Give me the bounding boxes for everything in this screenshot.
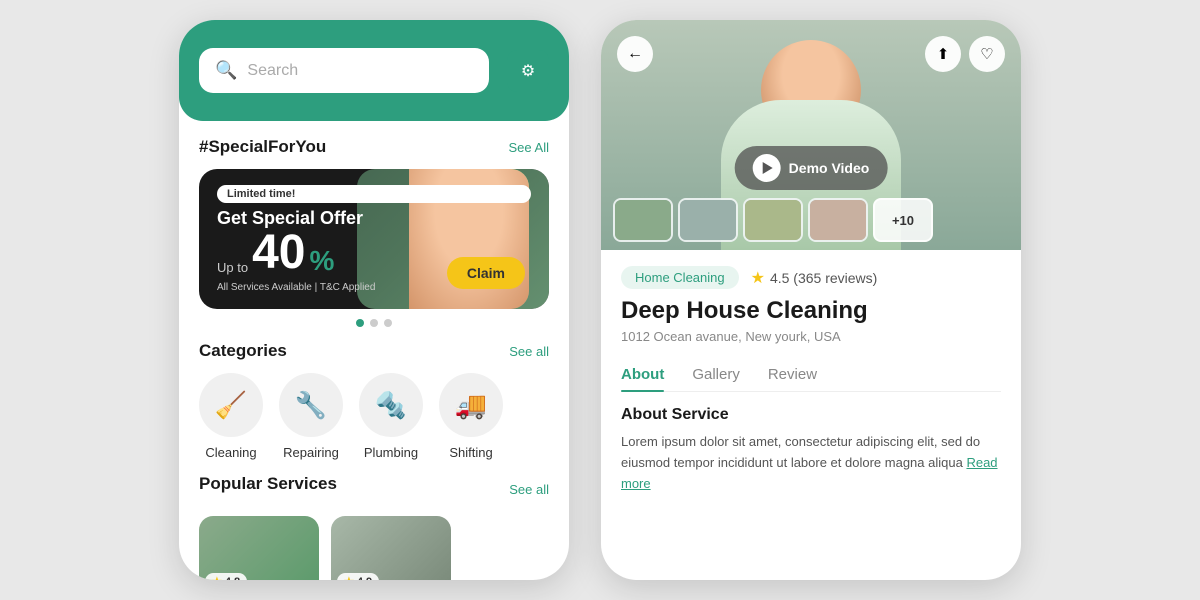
search-bar[interactable]: 🔍 Search: [199, 48, 489, 93]
thumb-3[interactable]: [743, 198, 803, 242]
rating-value-1: 4.8: [225, 576, 240, 581]
shifting-label: Shifting: [449, 445, 492, 460]
popular-title: Popular Services: [199, 474, 337, 494]
categories-header: Categories See all: [199, 341, 549, 361]
category-repairing[interactable]: 🔧 Repairing: [279, 373, 343, 460]
main-container: 🔍 Search ⚙ #SpecialForYou See All Limite…: [159, 0, 1041, 600]
service-name: Deep House Cleaning: [621, 297, 1001, 325]
thumb-3-bg: [745, 200, 801, 240]
filter-button[interactable]: ⚙: [507, 50, 549, 92]
category-cleaning[interactable]: 🧹 Cleaning: [199, 373, 263, 460]
rating-value-2: 4.9: [357, 576, 372, 581]
thumb-2[interactable]: [678, 198, 738, 242]
about-text: Lorem ipsum dolor sit amet, consectetur …: [621, 432, 1001, 494]
rating-value: 4.5 (365 reviews): [770, 270, 877, 286]
cleaning-icon: 🧹: [199, 373, 263, 437]
tab-review[interactable]: Review: [768, 358, 817, 391]
popular-card-1[interactable]: ★ 4.8: [199, 516, 319, 580]
categories-title: Categories: [199, 341, 287, 361]
phone-header: 🔍 Search ⚙: [179, 20, 569, 121]
dot-3: [384, 319, 392, 327]
repairing-label: Repairing: [283, 445, 339, 460]
plumbing-label: Plumbing: [364, 445, 418, 460]
about-description: Lorem ipsum dolor sit amet, consectetur …: [621, 434, 980, 470]
card-2-rating: ★ 4.9: [337, 573, 379, 580]
thumb-4[interactable]: [808, 198, 868, 242]
categories-section: Categories See all 🧹 Cleaning 🔧 Repairin…: [199, 341, 549, 460]
special-see-all[interactable]: See All: [509, 140, 549, 155]
share-icon: ⬆: [937, 45, 950, 63]
detail-hero: ← ⬆ ♡ Demo Video: [601, 20, 1021, 250]
star-icon-2: ★: [344, 575, 354, 580]
carousel-dots: [199, 319, 549, 327]
service-category-tag: Home Cleaning: [621, 266, 739, 289]
popular-see-all[interactable]: See all: [509, 482, 549, 497]
dot-1: [356, 319, 364, 327]
shifting-icon: 🚚: [439, 373, 503, 437]
cleaning-label: Cleaning: [205, 445, 256, 460]
popular-section: Popular Services See all ★ 4.8 ★: [199, 474, 549, 580]
tab-gallery-label: Gallery: [692, 366, 740, 383]
thumbnail-strip: +10: [613, 198, 1009, 242]
special-section-header: #SpecialForYou See All: [199, 137, 549, 157]
category-list: 🧹 Cleaning 🔧 Repairing 🔩 Plumbing 🚚 Shif…: [199, 373, 549, 460]
limited-badge: Limited time!: [217, 185, 531, 203]
card-2-bg: [331, 516, 451, 580]
card-1-bg: [199, 516, 319, 580]
category-plumbing[interactable]: 🔩 Plumbing: [359, 373, 423, 460]
up-to-label: Up to: [217, 260, 248, 275]
search-placeholder: Search: [247, 62, 473, 80]
heart-icon: ♡: [980, 45, 993, 63]
service-address: 1012 Ocean avanue, New yourk, USA: [621, 329, 1001, 344]
popular-card-list: ★ 4.8 ★ 4.9: [199, 516, 549, 580]
rating-block: ★ 4.5 (365 reviews): [751, 268, 878, 288]
percent-number: 40: [252, 229, 305, 277]
detail-tabs: About Gallery Review: [621, 358, 1001, 392]
repairing-icon: 🔧: [279, 373, 343, 437]
left-phone: 🔍 Search ⚙ #SpecialForYou See All Limite…: [179, 20, 569, 580]
thumb-2-bg: [680, 200, 736, 240]
tab-gallery[interactable]: Gallery: [692, 358, 740, 391]
favorite-button[interactable]: ♡: [969, 36, 1005, 72]
back-button[interactable]: ←: [617, 36, 653, 72]
phone-body: #SpecialForYou See All Limited time! Get…: [179, 121, 569, 580]
popular-header: Popular Services See all: [199, 474, 549, 504]
special-title: #SpecialForYou: [199, 137, 326, 157]
play-icon: [763, 162, 773, 174]
popular-card-2[interactable]: ★ 4.9: [331, 516, 451, 580]
play-circle: [753, 154, 781, 182]
service-tags-row: Home Cleaning ★ 4.5 (365 reviews): [621, 266, 1001, 289]
plumbing-icon: 🔩: [359, 373, 423, 437]
action-buttons: ⬆ ♡: [925, 36, 1005, 72]
demo-video-label: Demo Video: [789, 160, 870, 176]
share-button[interactable]: ⬆: [925, 36, 961, 72]
search-icon: 🔍: [215, 60, 237, 81]
dot-2: [370, 319, 378, 327]
rating-star-icon: ★: [751, 268, 765, 288]
thumb-1[interactable]: [613, 198, 673, 242]
thumb-more-button[interactable]: +10: [873, 198, 933, 242]
promo-card: Limited time! Get Special Offer Up to 40…: [199, 169, 549, 309]
claim-button[interactable]: Claim: [447, 257, 525, 289]
tab-about[interactable]: About: [621, 358, 664, 391]
demo-video-button[interactable]: Demo Video: [735, 146, 888, 190]
tab-about-label: About: [621, 366, 664, 383]
card-1-rating: ★ 4.8: [205, 573, 247, 580]
detail-body: Home Cleaning ★ 4.5 (365 reviews) Deep H…: [601, 250, 1021, 580]
thumb-4-bg: [810, 200, 866, 240]
percent-sign: %: [309, 245, 334, 277]
filter-icon: ⚙: [521, 61, 535, 81]
back-arrow-icon: ←: [627, 45, 643, 63]
star-icon-1: ★: [212, 575, 222, 580]
categories-see-all[interactable]: See all: [509, 344, 549, 359]
tab-review-label: Review: [768, 366, 817, 383]
about-title: About Service: [621, 406, 1001, 424]
category-shifting[interactable]: 🚚 Shifting: [439, 373, 503, 460]
right-phone: ← ⬆ ♡ Demo Video: [601, 20, 1021, 580]
thumb-1-bg: [615, 200, 671, 240]
